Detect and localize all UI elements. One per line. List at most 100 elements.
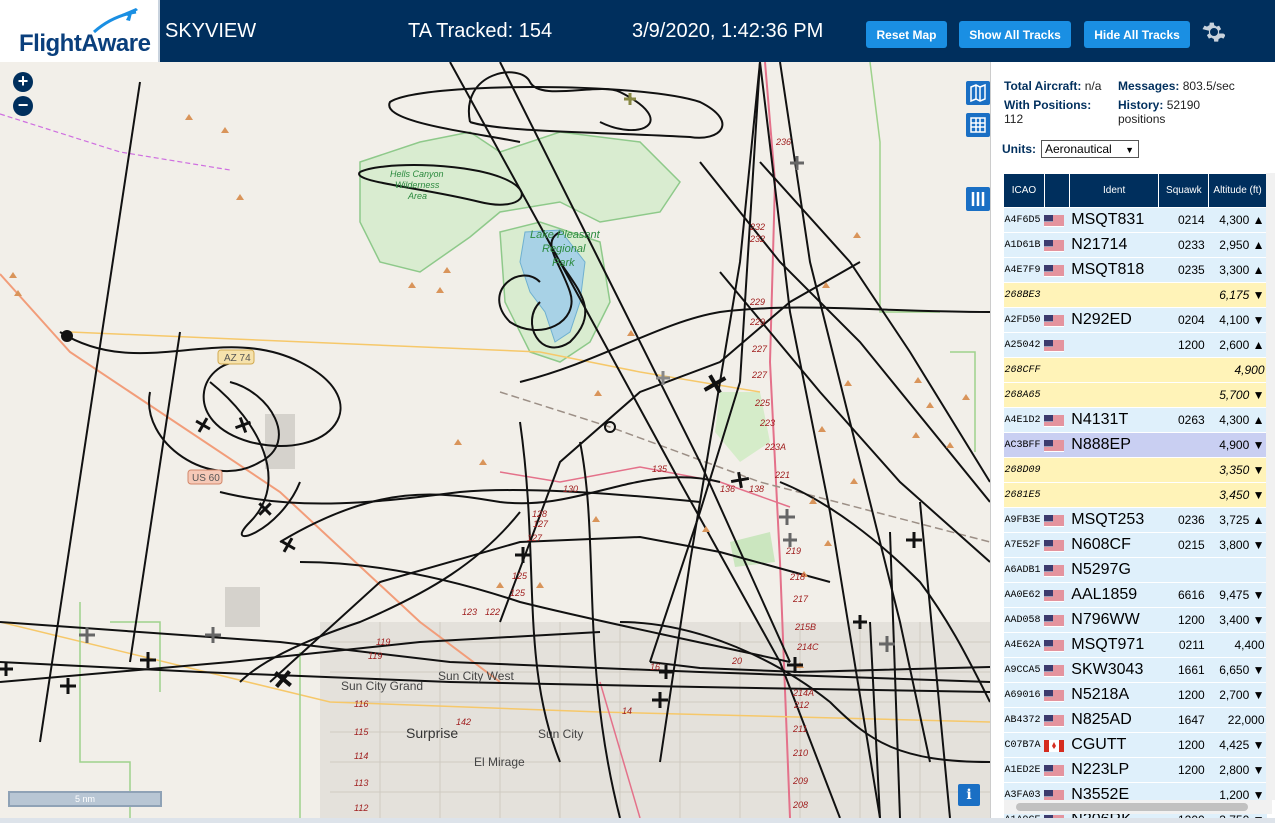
- us-flag-icon: [1044, 514, 1065, 527]
- svg-text:219: 219: [785, 546, 801, 556]
- table-row[interactable]: A7E52F N608CF 0215 3,800 ▼: [1003, 532, 1267, 558]
- svg-text:215B: 215B: [794, 622, 816, 632]
- boundary-line: [0, 113, 231, 171]
- hide-all-tracks-button[interactable]: Hide All Tracks: [1084, 21, 1190, 48]
- ident-cell: MSQT831: [1069, 207, 1159, 233]
- icao-cell: AB4372: [1003, 707, 1045, 733]
- altitude-cell: 2,950 ▲: [1208, 232, 1267, 258]
- flag-cell: [1044, 557, 1070, 583]
- us-flag-icon: [1044, 339, 1065, 352]
- total-aircraft-stat: Total Aircraft: n/a: [1004, 79, 1101, 93]
- ident-cell: N796WW: [1069, 607, 1159, 633]
- table-row[interactable]: A69016 N5218A 1200 2,700 ▼: [1003, 682, 1267, 708]
- us-flag-icon: [1044, 714, 1065, 727]
- tracked-count: TA Tracked: 154: [408, 20, 553, 42]
- history-stat: History: 52190 positions: [1118, 98, 1228, 126]
- us-flag-icon: [1044, 614, 1065, 627]
- zoom-out-button[interactable]: −: [13, 96, 33, 116]
- table-row[interactable]: A4F6D5 MSQT831 0214 4,300 ▲: [1003, 207, 1267, 233]
- table-row[interactable]: A2FD50 N292ED 0204 4,100 ▼: [1003, 307, 1267, 333]
- columns-toggle-button[interactable]: [966, 187, 990, 211]
- table-row[interactable]: A9CCA5 SKW3043 1661 6,650 ▼: [1003, 657, 1267, 683]
- squawk-cell: 1200: [1158, 682, 1209, 708]
- table-row[interactable]: AC3BFF N888EP 4,900 ▼: [1003, 432, 1267, 458]
- ident-cell: N5218A: [1069, 682, 1159, 708]
- table-row[interactable]: 2681E5 3,450 ▼: [1003, 482, 1267, 508]
- col-icao[interactable]: ICAO: [1003, 173, 1045, 208]
- urban-block: [225, 587, 260, 627]
- ident-cell: MSQT971: [1069, 632, 1159, 658]
- us-flag-icon: [1044, 589, 1065, 602]
- us-flag-icon: [1044, 764, 1065, 777]
- table-row[interactable]: A4E62A MSQT971 0211 4,400: [1003, 632, 1267, 658]
- aircraft-table: ICAO Ident Squawk Altitude (ft) A4F6D5 MS…: [1003, 173, 1267, 818]
- reset-map-button[interactable]: Reset Map: [866, 21, 947, 48]
- scrollbar-thumb[interactable]: [1016, 803, 1248, 811]
- us-flag-icon: [1044, 314, 1065, 327]
- us-flag-icon: [1044, 664, 1065, 677]
- icao-cell: A2FD50: [1003, 307, 1045, 333]
- table-row[interactable]: 268A65 5,700 ▼: [1003, 382, 1267, 408]
- squawk-cell: 1200: [1158, 607, 1209, 633]
- flag-cell: [1044, 657, 1070, 683]
- grid-toggle-button[interactable]: [966, 113, 990, 137]
- us-flag-icon: [1044, 639, 1065, 652]
- table-row[interactable]: 268BE3 6,175 ▼: [1003, 282, 1267, 308]
- map-icon: [970, 83, 986, 103]
- grid-icon: [970, 117, 986, 133]
- info-button[interactable]: i: [958, 784, 980, 806]
- svg-text:125: 125: [510, 588, 526, 598]
- altitude-cell: 9,475 ▼: [1208, 582, 1267, 608]
- altitude-cell: 4,425 ▼: [1208, 732, 1267, 758]
- altitude-cell: 3,450 ▼: [1208, 482, 1267, 508]
- us-flag-icon: [1044, 414, 1065, 427]
- squawk-cell: 1200: [1158, 757, 1209, 783]
- table-row[interactable]: A1D61B N21714 0233 2,950 ▲: [1003, 232, 1267, 258]
- map-view[interactable]: Hells Canyon Wilderness Area Lake Pleasa…: [0, 62, 990, 818]
- table-row[interactable]: A4E1D2 N4131T 0263 4,300 ▲: [1003, 407, 1267, 433]
- ident-cell: [1069, 482, 1159, 508]
- table-vertical-scrollbar[interactable]: [1266, 173, 1275, 800]
- bottom-edge: [0, 818, 1275, 823]
- road-az74: [69, 331, 761, 393]
- table-horizontal-scrollbar[interactable]: [1004, 800, 1272, 814]
- units-select[interactable]: Aeronautical: [1041, 140, 1139, 158]
- top-bar: FlightAware SKYVIEW TA Tracked: 154 3/9/…: [0, 0, 1275, 62]
- col-flag[interactable]: [1043, 173, 1070, 208]
- table-row[interactable]: AB4372 N825AD 1647 22,000: [1003, 707, 1267, 733]
- squawk-cell: [1158, 357, 1209, 383]
- col-altitude[interactable]: Altitude (ft): [1208, 173, 1267, 208]
- show-all-tracks-button[interactable]: Show All Tracks: [959, 21, 1071, 48]
- table-row[interactable]: 268CFF 4,900: [1003, 357, 1267, 383]
- svg-text:211: 211: [792, 724, 807, 734]
- flightaware-logo[interactable]: FlightAware: [0, 0, 160, 62]
- table-row[interactable]: AA0E62 AAL1859 6616 9,475 ▼: [1003, 582, 1267, 608]
- altitude-cell: 4,100 ▼: [1208, 307, 1267, 333]
- svg-text:123: 123: [462, 607, 477, 617]
- table-row[interactable]: A4E7F9 MSQT818 0235 3,300 ▲: [1003, 257, 1267, 283]
- zoom-in-button[interactable]: +: [13, 72, 33, 92]
- col-ident[interactable]: Ident: [1068, 173, 1160, 208]
- icao-cell: A9FB3E: [1003, 507, 1045, 533]
- messages-label: Messages:: [1118, 79, 1180, 93]
- svg-text:122: 122: [485, 607, 500, 617]
- table-row[interactable]: A25042 1200 2,600 ▲: [1003, 332, 1267, 358]
- table-row[interactable]: A6ADB1 N5297G: [1003, 557, 1267, 583]
- ident-cell: CGUTT: [1069, 732, 1159, 758]
- table-row[interactable]: C07B7A CGUTT 1200 4,425 ▼: [1003, 732, 1267, 758]
- table-row[interactable]: A9FB3E MSQT253 0236 3,725 ▲: [1003, 507, 1267, 533]
- map-canvas[interactable]: Hells Canyon Wilderness Area Lake Pleasa…: [0, 62, 990, 818]
- altitude-cell: [1208, 557, 1267, 583]
- altitude-cell: 4,300 ▲: [1208, 407, 1267, 433]
- ident-cell: N5297G: [1069, 557, 1159, 583]
- icao-cell: A4E7F9: [1003, 257, 1045, 283]
- map-layers-button[interactable]: [966, 81, 990, 105]
- gear-icon[interactable]: [1201, 20, 1225, 44]
- table-row[interactable]: A1ED2E N223LP 1200 2,800 ▼: [1003, 757, 1267, 783]
- squawk-cell: [1158, 432, 1209, 458]
- icao-cell: 2681E5: [1003, 482, 1045, 508]
- canada-flag-icon: [1044, 739, 1065, 752]
- table-row[interactable]: AAD058 N796WW 1200 3,400 ▼: [1003, 607, 1267, 633]
- table-row[interactable]: 268D09 3,350 ▼: [1003, 457, 1267, 483]
- col-squawk[interactable]: Squawk: [1158, 173, 1210, 208]
